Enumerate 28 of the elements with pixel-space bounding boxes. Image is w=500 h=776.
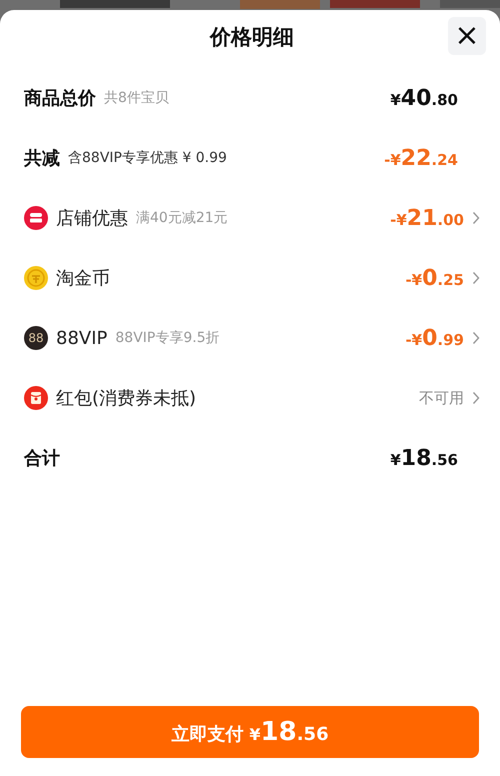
price-amount: -¥0.25 <box>405 266 464 290</box>
row-label: 合计 <box>24 447 60 470</box>
close-button[interactable]: × <box>448 17 486 55</box>
envelope-icon <box>24 386 48 410</box>
price-amount: -¥0.99 <box>405 326 464 350</box>
row-label: 88VIP <box>56 328 108 348</box>
row-label: 红包(消费券未抵) <box>56 387 196 410</box>
sheet-title: 价格明细 <box>210 24 294 51</box>
row-note: 满40元减21元 <box>136 209 228 227</box>
chevron-right-icon[interactable] <box>472 331 480 345</box>
vip-badge-icon: 88 <box>24 326 48 350</box>
coin-icon <box>24 266 48 290</box>
row-label: 商品总价 <box>24 87 96 110</box>
price-amount: -¥21.00 <box>390 206 464 230</box>
chevron-right-icon[interactable] <box>472 271 480 285</box>
price-amount: ¥18.56 <box>390 446 458 470</box>
row-label: 店铺优惠 <box>56 207 128 230</box>
price-amount: -¥22.24 <box>384 146 458 170</box>
row-note: 含88VIP专享优惠 ¥ 0.99 <box>68 149 227 167</box>
shop-icon <box>24 206 48 230</box>
row-label: 淘金币 <box>56 267 110 290</box>
chevron-right-icon[interactable] <box>472 211 480 225</box>
chevron-right-icon[interactable] <box>472 391 480 405</box>
price-amount: ¥40.80 <box>390 86 458 110</box>
row-label: 共减 <box>24 147 60 170</box>
row-note: 88VIP专享9.5折 <box>115 329 220 347</box>
row-note: 共8件宝贝 <box>104 89 169 107</box>
status-text: 不可用 <box>419 388 464 408</box>
